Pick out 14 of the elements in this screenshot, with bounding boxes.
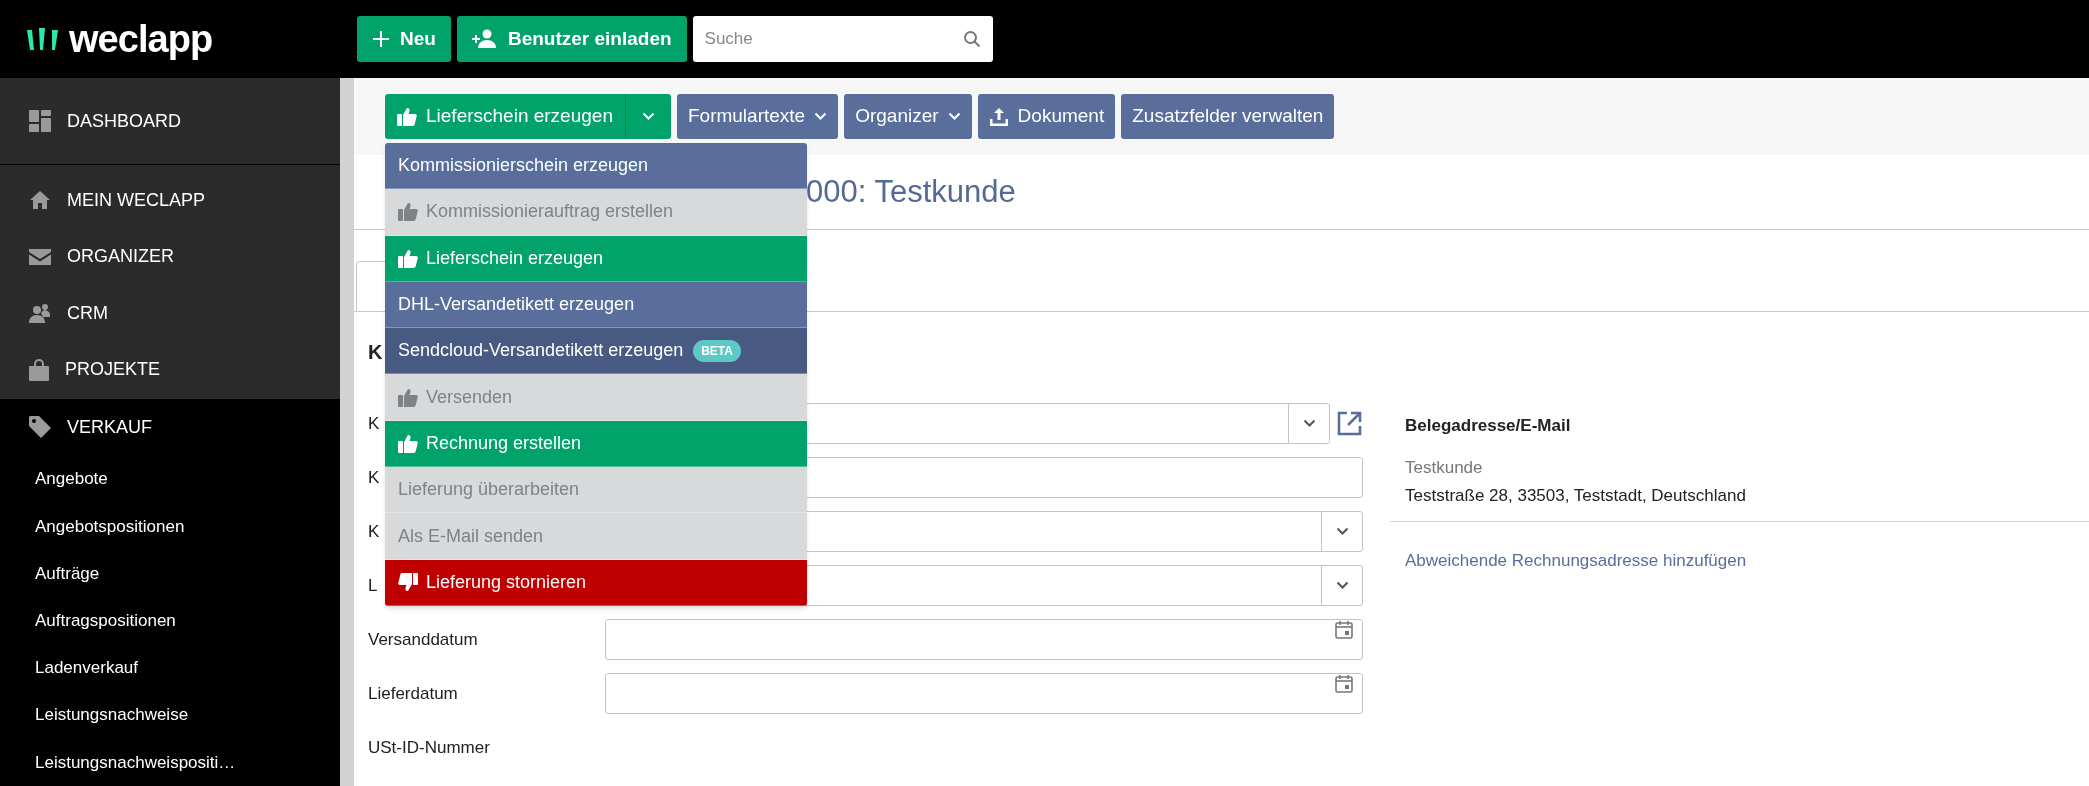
address-name: Testkunde <box>1404 456 1484 479</box>
page-title: 000: Testkunde <box>806 172 1016 211</box>
field-label: K <box>368 466 380 489</box>
field-label: K <box>368 520 380 543</box>
logo-text: weclapp <box>69 20 213 58</box>
address-heading: Belegadresse/E-Mail <box>1404 415 1572 437</box>
section-heading: K <box>368 342 383 362</box>
field-label: Versanddatum <box>368 628 478 651</box>
field-label: Lieferdatum <box>368 682 458 705</box>
field-label: L <box>368 574 378 597</box>
beta-badge: BETA <box>693 339 741 362</box>
field-label: K <box>368 412 380 435</box>
field-label: USt-ID-Nummer <box>368 736 490 759</box>
address-line: Teststraße 28, 33503, Teststadt, Deutschland <box>1404 485 1747 507</box>
